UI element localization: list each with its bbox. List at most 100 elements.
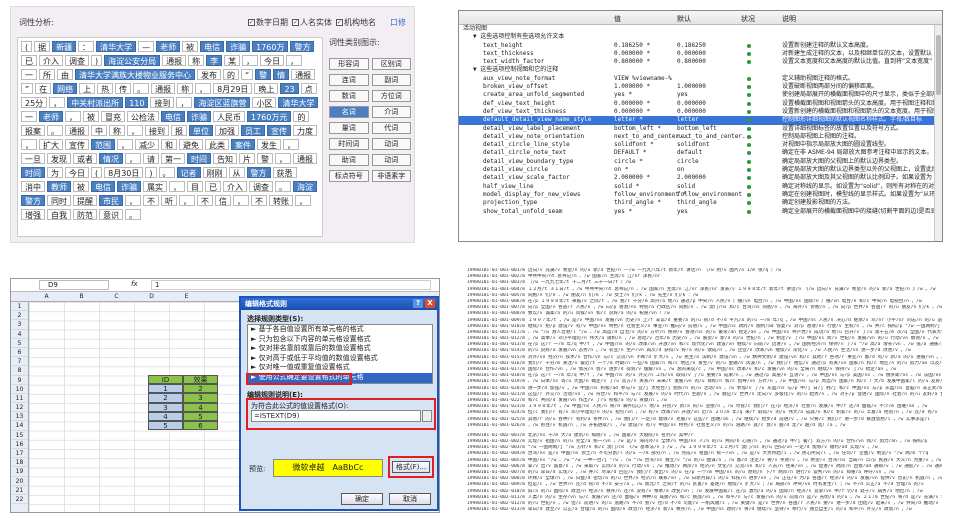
token[interactable]: ，	[21, 139, 37, 150]
option-value[interactable]: 0.000000 *	[614, 108, 650, 116]
table-cell[interactable]: 3	[148, 402, 183, 412]
token[interactable]: 诈骗	[117, 181, 141, 192]
rule-type-item[interactable]: ► 仅对高于或低于平均值的数值设置格式	[248, 354, 432, 364]
option-value[interactable]: DEFAULT *	[614, 149, 647, 157]
token[interactable]: 称	[177, 83, 194, 94]
token[interactable]: 扩大	[39, 139, 63, 150]
row-header[interactable]: 20	[11, 477, 28, 486]
token[interactable]: 今日	[260, 55, 285, 66]
table-cell[interactable]: 6	[183, 420, 218, 431]
column-header[interactable]: B	[64, 293, 99, 300]
col-default[interactable]: 默认	[677, 14, 691, 24]
token[interactable]: 市民	[99, 195, 123, 206]
table-cell[interactable]: 2	[148, 393, 183, 403]
token[interactable]: 信	[215, 195, 231, 206]
table-row[interactable]: text_thickness 0.000000 * 0.000000 对新建生成注释的…	[459, 50, 934, 58]
token[interactable]: )	[91, 55, 103, 66]
token[interactable]: ，	[169, 181, 185, 192]
token[interactable]: 听	[161, 195, 177, 206]
pos-category-button[interactable]: 连词	[329, 74, 369, 86]
token[interactable]: 8月30日	[104, 167, 144, 178]
row-header[interactable]: 11	[11, 394, 28, 404]
row-header[interactable]: 15	[11, 431, 28, 440]
token[interactable]: 电信	[91, 181, 115, 192]
token[interactable]: 海淀公安分局	[104, 55, 161, 66]
row-header[interactable]: 12	[11, 403, 28, 413]
option-value[interactable]: 0.000000 *	[614, 100, 650, 108]
pos-category-button[interactable]: 非语素字	[371, 170, 411, 182]
token[interactable]: ，	[286, 55, 303, 66]
token[interactable]: 中	[91, 125, 107, 136]
token[interactable]: ，	[176, 97, 193, 108]
token[interactable]: 已	[21, 55, 37, 66]
table-cell[interactable]: 4	[148, 411, 183, 421]
table-cell[interactable]: 4	[183, 402, 218, 412]
row-header[interactable]: 2	[11, 311, 28, 321]
token[interactable]: 被	[73, 181, 89, 192]
token[interactable]: 已	[205, 181, 221, 192]
token[interactable]: 一	[21, 111, 37, 122]
pos-category-button[interactable]: 介词	[371, 106, 411, 118]
token[interactable]: 1760万	[252, 41, 289, 52]
token[interactable]: 案件	[231, 139, 255, 150]
col-status[interactable]: 状况	[741, 14, 755, 24]
token[interactable]: 在	[35, 83, 52, 94]
option-value[interactable]: bottom_left *	[614, 125, 661, 133]
checkbox-icon[interactable]: ✓	[248, 19, 255, 26]
option-value[interactable]: yes *	[614, 208, 632, 216]
token[interactable]: 警方	[290, 41, 315, 52]
pos-category-button[interactable]: 动词	[371, 154, 411, 166]
option-value[interactable]: 0.186250 *	[614, 42, 650, 50]
token[interactable]: 或者	[73, 153, 97, 164]
row-header[interactable]: 7	[11, 357, 28, 367]
pos-category-button[interactable]: 代词	[371, 122, 411, 134]
token[interactable]: 和	[161, 139, 177, 150]
table-row[interactable]: default_detail_view_name_style letter * le…	[459, 116, 934, 125]
rule-type-item[interactable]: ► 只为包含以下内容的单元格设置格式	[248, 335, 432, 345]
rule-formula-input[interactable]: =ISTEXT(D9)	[251, 410, 421, 422]
row-header[interactable]: 8	[11, 366, 28, 376]
token[interactable]: 今日	[65, 167, 89, 178]
token[interactable]: )	[145, 167, 157, 178]
edit-link[interactable]: 口修	[390, 17, 406, 28]
token[interactable]: 通报	[65, 125, 89, 136]
row-header[interactable]: 19	[11, 467, 28, 477]
token[interactable]: 据	[34, 41, 51, 52]
token[interactable]: 提醒	[73, 195, 97, 206]
token[interactable]: ，	[117, 139, 133, 150]
token[interactable]: 记者	[176, 167, 201, 178]
option-1[interactable]: ✓ 人名实体	[292, 17, 332, 28]
token[interactable]: 冒充	[101, 111, 125, 122]
token[interactable]: 称	[188, 55, 205, 66]
table-row[interactable]: show_total_unfold_seam yes * yes 确定全部展开的横截面…	[459, 208, 942, 216]
token[interactable]: 新疆	[52, 41, 77, 52]
token[interactable]: ，	[295, 195, 311, 206]
token[interactable]: 热	[97, 83, 114, 94]
table-row[interactable]: model_display_for_new_views follow_enviro…	[459, 191, 942, 199]
token[interactable]: ，	[233, 195, 249, 206]
token[interactable]: 警方	[21, 195, 45, 206]
table-cell[interactable]: ID	[148, 375, 183, 385]
table-row[interactable]: aux_view_note_format VIEW %viewname-% 定义辅助…	[459, 75, 934, 83]
option-value[interactable]: 2.000000 *	[614, 174, 650, 182]
table-cell[interactable]: 效果	[183, 375, 218, 385]
token[interactable]: 消中	[21, 181, 45, 192]
table-cell[interactable]: 1	[148, 384, 183, 394]
help-icon[interactable]: ?	[413, 299, 423, 308]
pos-category-button[interactable]: 时间词	[329, 138, 369, 150]
token[interactable]: 请	[143, 153, 159, 164]
row-header[interactable]: 14	[11, 421, 28, 431]
checkbox-icon[interactable]: ✓	[336, 19, 343, 26]
option-value[interactable]: solidfont *	[614, 141, 654, 149]
token[interactable]: 所	[39, 69, 55, 80]
token[interactable]: ，	[125, 153, 141, 164]
option-value[interactable]: yes *	[614, 91, 632, 99]
scrollbar-thumb[interactable]	[936, 35, 941, 95]
token[interactable]: 自我	[47, 209, 71, 220]
token[interactable]: 。	[133, 83, 150, 94]
token[interactable]: 目	[187, 181, 203, 192]
ok-button[interactable]: 确定	[341, 493, 383, 505]
rule-type-item[interactable]: ► 仅对排名靠前或靠后的数值设置格式	[248, 344, 432, 354]
table-cell[interactable]: 5	[148, 420, 183, 431]
pos-category-button[interactable]: 区别词	[371, 58, 411, 70]
